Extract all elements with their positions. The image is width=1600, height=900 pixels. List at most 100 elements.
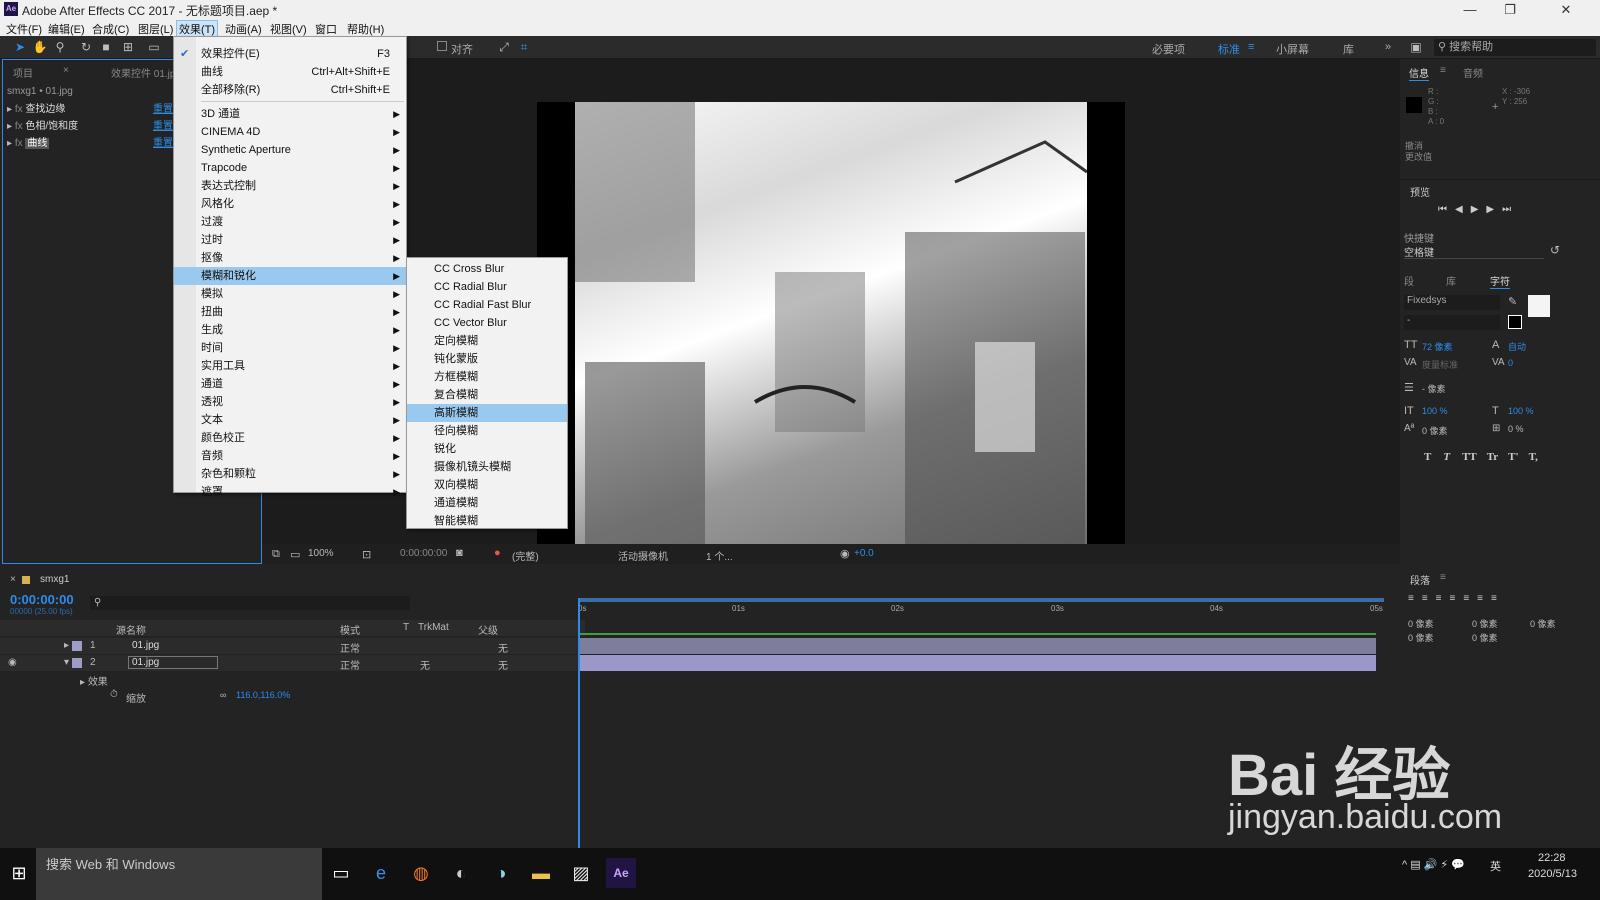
effect-menu-item[interactable]: 抠像 ▶ xyxy=(174,249,406,267)
menu-layer[interactable]: 图层(L) xyxy=(138,21,173,37)
tab-libraries[interactable]: 库 xyxy=(1446,273,1456,288)
reset-link[interactable]: 重置 xyxy=(153,100,173,115)
tab-effect-controls[interactable]: 效果控件 01.jpg xyxy=(111,65,181,80)
reset-link[interactable]: 重置 xyxy=(153,134,173,149)
reset-link[interactable]: 重置 xyxy=(153,117,173,132)
label-color[interactable] xyxy=(72,641,82,651)
menu-help[interactable]: 帮助(H) xyxy=(347,21,384,37)
camera-select[interactable]: 活动摄像机 xyxy=(618,548,668,563)
task-view-icon[interactable]: ▭ xyxy=(326,858,356,888)
blur-menu-item[interactable]: 方框模糊 xyxy=(407,368,567,386)
effect-menu-item[interactable]: 实用工具 ▶ xyxy=(174,357,406,375)
snapshot-icon[interactable]: ◙ xyxy=(456,547,463,559)
blur-menu-item[interactable]: 定向模糊 xyxy=(407,332,567,350)
color-channels-icon[interactable]: ● xyxy=(494,547,501,559)
layer-name[interactable]: 01.jpg xyxy=(128,656,218,669)
effect-menu-item[interactable]: 模糊和锐化 ▶ xyxy=(174,267,406,285)
zoom-tool-icon[interactable]: ⚲ xyxy=(52,39,68,55)
eye-icon[interactable]: ◉ xyxy=(8,657,17,668)
blur-menu-item[interactable]: CC Radial Fast Blur xyxy=(407,296,567,314)
resolution-select[interactable]: (完整) xyxy=(512,548,539,563)
blur-menu-item[interactable]: CC Vector Blur xyxy=(407,314,567,332)
hand-tool-icon[interactable]: ✋ xyxy=(32,39,48,55)
monitor-icon[interactable]: ▭ xyxy=(290,548,300,561)
effect-menu-item[interactable]: 扭曲 ▶ xyxy=(174,303,406,321)
shortcut-select[interactable]: 空格键 xyxy=(1404,244,1544,259)
fit-icon[interactable]: ⊡ xyxy=(362,548,371,561)
effect-row[interactable]: ▸ fx 色相/饱和度 重置 xyxy=(7,117,177,132)
tsume-value[interactable]: 0 % xyxy=(1508,424,1524,434)
tab-audio[interactable]: 音频 xyxy=(1463,65,1483,80)
layer-parent[interactable]: 无 xyxy=(498,640,508,655)
menu-edit[interactable]: 编辑(E) xyxy=(48,21,85,37)
blur-menu-item[interactable]: 摄像机镜头模糊 xyxy=(407,458,567,476)
paragraph-align-buttons[interactable]: ≡≡≡≡≡≡≡ xyxy=(1408,593,1588,607)
indent-left-value[interactable]: 0 像素 xyxy=(1408,617,1434,630)
expand-arrow-icon[interactable]: ▾ xyxy=(64,657,69,668)
horizontal-scale-value[interactable]: 100 % xyxy=(1508,406,1534,416)
effect-menu-item[interactable]: 表达式控制 ▶ xyxy=(174,177,406,195)
tab-info[interactable]: 信息 xyxy=(1409,65,1429,81)
label-color[interactable] xyxy=(72,658,82,668)
effect-menu-item[interactable]: 过时 ▶ xyxy=(174,231,406,249)
work-area-bar[interactable] xyxy=(578,598,1384,602)
effect-menu-item[interactable]: 风格化 ▶ xyxy=(174,195,406,213)
blur-menu-item[interactable]: CC Radial Blur xyxy=(407,278,567,296)
effect-menu-item[interactable]: 时间 ▶ xyxy=(174,339,406,357)
tab-character[interactable]: 字符 xyxy=(1490,273,1510,289)
kerning-value[interactable]: 度量标准 xyxy=(1422,358,1458,371)
firefox-icon[interactable]: ◍ xyxy=(406,858,436,888)
effect-menu-item[interactable]: 遮罩 ▶ xyxy=(174,483,406,501)
indent-right-value[interactable]: 0 像素 xyxy=(1472,617,1498,630)
viewer-time[interactable]: 0:00:00:00 xyxy=(400,548,447,559)
loop-icon[interactable]: ↺ xyxy=(1550,243,1560,257)
effect-menu-item[interactable]: 颜色校正 ▶ xyxy=(174,429,406,447)
effect-menu-item[interactable]: 模拟 ▶ xyxy=(174,285,406,303)
effect-menu-item[interactable]: 3D 通道 ▶ xyxy=(174,105,406,123)
effect-menu-item[interactable]: 透视 ▶ xyxy=(174,393,406,411)
blur-menu-item[interactable]: 通道模糊 xyxy=(407,494,567,512)
tab-project[interactable]: 项目 xyxy=(13,65,33,80)
blur-menu-item[interactable]: CC Cross Blur xyxy=(407,260,567,278)
snap-target-icon[interactable]: ⌗ xyxy=(516,39,532,55)
space-after-value[interactable]: 0 像素 xyxy=(1472,631,1498,644)
workspace-menu-icon[interactable]: ≡ xyxy=(1248,41,1254,53)
effect-menu-item[interactable]: 曲线 Ctrl+Alt+Shift+E xyxy=(174,63,406,81)
panel-toggle-icon[interactable]: ▣ xyxy=(1408,39,1424,55)
layer-parent[interactable]: 无 xyxy=(498,657,508,672)
more-workspaces-icon[interactable]: » xyxy=(1385,41,1391,53)
after-effects-icon[interactable]: Ae xyxy=(606,858,636,888)
blur-menu-item[interactable]: 锐化 xyxy=(407,440,567,458)
eyedropper-icon[interactable]: ✎ xyxy=(1508,295,1517,308)
taskbar-search-input[interactable]: 搜索 Web 和 Windows xyxy=(36,848,322,900)
current-time[interactable]: 0:00:00:00 xyxy=(10,592,74,607)
effect-row[interactable]: ▸ fx 曲线 重置 xyxy=(7,134,177,149)
vertical-scale-value[interactable]: 100 % xyxy=(1422,406,1448,416)
restore-button[interactable]: ❐ xyxy=(1492,0,1528,19)
menu-view[interactable]: 视图(V) xyxy=(270,21,307,37)
tab-paragraph-short[interactable]: 段 xyxy=(1404,273,1414,288)
effect-menu-item[interactable]: 文本 ▶ xyxy=(174,411,406,429)
app-icon[interactable]: ◑ xyxy=(486,858,516,888)
scale-value[interactable]: 116.0,116.0% xyxy=(236,690,290,700)
effect-menu-item[interactable]: 效果控件(E) ✔ F3 xyxy=(174,45,406,63)
fill-color-swatch[interactable] xyxy=(1528,295,1550,317)
help-search-input[interactable]: ⚲ 搜索帮助 xyxy=(1434,39,1596,56)
panel-menu-icon[interactable]: ≡ xyxy=(1440,572,1446,583)
tracking-value[interactable]: 0 xyxy=(1508,358,1513,368)
align-checkbox[interactable] xyxy=(437,41,447,51)
layer-search-input[interactable]: ⚲ xyxy=(90,596,410,610)
layer-bar[interactable] xyxy=(578,638,1376,654)
views-select[interactable]: 1 个... xyxy=(706,548,733,563)
blur-menu-item[interactable]: 复合模糊 xyxy=(407,386,567,404)
close-tab-icon[interactable]: × xyxy=(10,574,16,585)
effect-menu-item[interactable]: 过渡 ▶ xyxy=(174,213,406,231)
blur-menu-item[interactable]: 高斯模糊 xyxy=(407,404,567,422)
expand-arrow-icon[interactable]: ▸ xyxy=(64,640,69,651)
stopwatch-icon[interactable]: ⏱ xyxy=(110,689,118,700)
layer-mode[interactable]: 正常 xyxy=(340,657,360,672)
font-family-select[interactable]: Fixedsys xyxy=(1404,295,1500,310)
leading-value[interactable]: 自动 xyxy=(1508,340,1526,353)
file-explorer-icon[interactable]: ▬ xyxy=(526,858,556,888)
menu-animation[interactable]: 动画(A) xyxy=(225,21,262,37)
